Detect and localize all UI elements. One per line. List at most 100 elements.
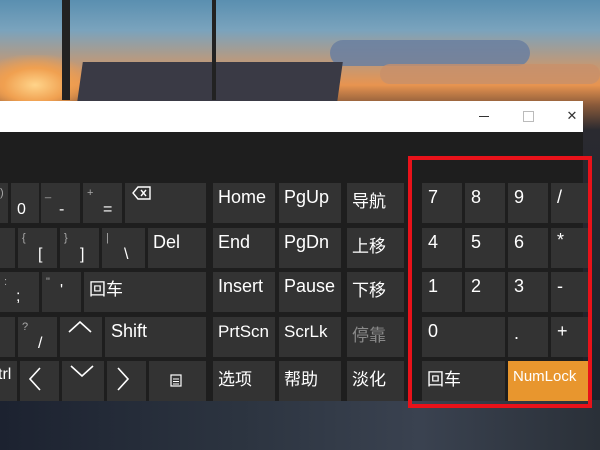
key-insert[interactable]: Insert	[213, 272, 275, 312]
key-enter[interactable]: 回车	[84, 272, 206, 312]
key-label: Shift	[111, 321, 148, 341]
key-pause[interactable]: Pause	[279, 272, 341, 312]
key-bracket-open[interactable]: {[	[18, 228, 57, 268]
window-frame-post	[62, 0, 70, 100]
numpad-5[interactable]: 5	[465, 228, 505, 268]
key-label: 7	[428, 187, 439, 207]
key-label: \	[124, 246, 129, 263]
key-label: NumLock	[513, 368, 577, 385]
key-label: .	[514, 323, 520, 343]
key-label: ScrLk	[284, 322, 328, 341]
key-label: 5	[471, 232, 482, 252]
key-label: ;	[16, 288, 21, 305]
key-label: PrtScn	[218, 322, 270, 341]
key-label: '	[60, 282, 64, 299]
key-label: Home	[218, 187, 267, 207]
key-shift-label: _	[45, 187, 52, 199]
key-semicolon[interactable]: :;	[0, 272, 39, 312]
key-arrow-up[interactable]	[60, 317, 102, 357]
key-label: ]	[80, 246, 85, 263]
key-label: *	[557, 230, 565, 250]
maximize-button[interactable]	[506, 101, 550, 132]
numpad-7[interactable]: 7	[422, 183, 462, 223]
window-frame-post	[212, 0, 216, 100]
key-0[interactable]: 0	[11, 183, 39, 223]
key-minus[interactable]: _ -	[41, 183, 80, 223]
key-shift-label: ?	[22, 321, 29, 333]
close-icon: ✕	[566, 109, 578, 124]
key-label: Insert	[218, 276, 264, 296]
key-label: +	[557, 321, 568, 341]
numpad-3[interactable]: 3	[508, 272, 548, 312]
numpad-decimal[interactable]: .	[508, 317, 548, 357]
key-paren-close[interactable]: )	[0, 183, 8, 223]
key-pgup[interactable]: PgUp	[279, 183, 341, 223]
key-scrlk[interactable]: ScrLk	[279, 317, 341, 357]
key-shift[interactable]: Shift	[105, 317, 206, 357]
key-label: 9	[514, 187, 525, 207]
minimize-button[interactable]	[462, 101, 506, 132]
key-label: 3	[514, 276, 525, 296]
key-prtscn[interactable]: PrtScn	[213, 317, 275, 357]
numpad-1[interactable]: 1	[422, 272, 462, 312]
arrow-right-icon	[117, 367, 129, 391]
key-arrow-right[interactable]	[107, 361, 146, 401]
on-screen-keyboard-window: ✕ ) 0 _ - + = {[ }] | \ Del :; " ' 回车 ? / Shi…	[0, 101, 591, 401]
numpad-enter[interactable]: 回车	[422, 361, 505, 401]
numpad-6[interactable]: 6	[508, 228, 548, 268]
minimize-icon	[479, 116, 489, 117]
key-arrow-down[interactable]	[62, 361, 104, 401]
arrow-down-icon	[70, 365, 94, 377]
key-backslash[interactable]: | \	[102, 228, 145, 268]
numlock-key[interactable]: NumLock	[508, 361, 591, 401]
key-label: 6	[514, 232, 525, 252]
key-dock[interactable]: 停靠	[347, 317, 404, 357]
key-slash[interactable]: ? /	[18, 317, 57, 357]
keyboard-area: ) 0 _ - + = {[ }] | \ Del :; " ' 回车 ? / Shift…	[0, 132, 591, 401]
close-button[interactable]: ✕	[550, 101, 594, 132]
key-arrow-left[interactable]	[20, 361, 59, 401]
key-ctrl[interactable]: trl	[0, 361, 17, 401]
key-label: PgDn	[284, 232, 330, 252]
numpad-minus[interactable]: -	[551, 272, 591, 312]
key-del[interactable]: Del	[148, 228, 206, 268]
cloud	[330, 40, 530, 66]
key-label: 停靠	[352, 326, 386, 346]
numpad-multiply[interactable]: *	[551, 228, 591, 268]
numpad-2[interactable]: 2	[465, 272, 505, 312]
building-roof	[77, 62, 343, 102]
key-move-up[interactable]: 上移	[347, 228, 404, 268]
key-label: 上移	[352, 237, 386, 257]
numpad-9[interactable]: 9	[508, 183, 548, 223]
key-partial[interactable]	[0, 228, 15, 268]
key-label: 淡化	[352, 370, 386, 390]
numpad-plus[interactable]: +	[551, 317, 591, 357]
key-label: 8	[471, 187, 482, 207]
key-move-down[interactable]: 下移	[347, 272, 404, 312]
key-options[interactable]: 选项	[213, 361, 275, 401]
key-shift-label: "	[46, 276, 50, 288]
key-shift-label: }	[64, 232, 68, 244]
key-menu[interactable]	[149, 361, 206, 401]
key-label: 0	[428, 321, 439, 341]
key-fade[interactable]: 淡化	[347, 361, 404, 401]
numpad-divide[interactable]: /	[551, 183, 591, 223]
key-nav[interactable]: 导航	[347, 183, 404, 223]
key-end[interactable]: End	[213, 228, 275, 268]
numpad-4[interactable]: 4	[422, 228, 462, 268]
key-shift-label: )	[0, 187, 4, 199]
title-bar: ✕	[0, 101, 583, 132]
key-label: 1	[428, 276, 439, 296]
numpad-8[interactable]: 8	[465, 183, 505, 223]
key-label: -	[557, 276, 563, 296]
key-partial[interactable]	[0, 317, 15, 357]
key-help[interactable]: 帮助	[279, 361, 341, 401]
key-home[interactable]: Home	[213, 183, 275, 223]
key-pgdn[interactable]: PgDn	[279, 228, 341, 268]
key-backspace[interactable]	[125, 183, 206, 223]
key-apostrophe[interactable]: " '	[42, 272, 81, 312]
cloud	[380, 64, 600, 84]
numpad-0[interactable]: 0	[422, 317, 505, 357]
key-bracket-close[interactable]: }]	[60, 228, 99, 268]
key-equals[interactable]: + =	[83, 183, 122, 223]
